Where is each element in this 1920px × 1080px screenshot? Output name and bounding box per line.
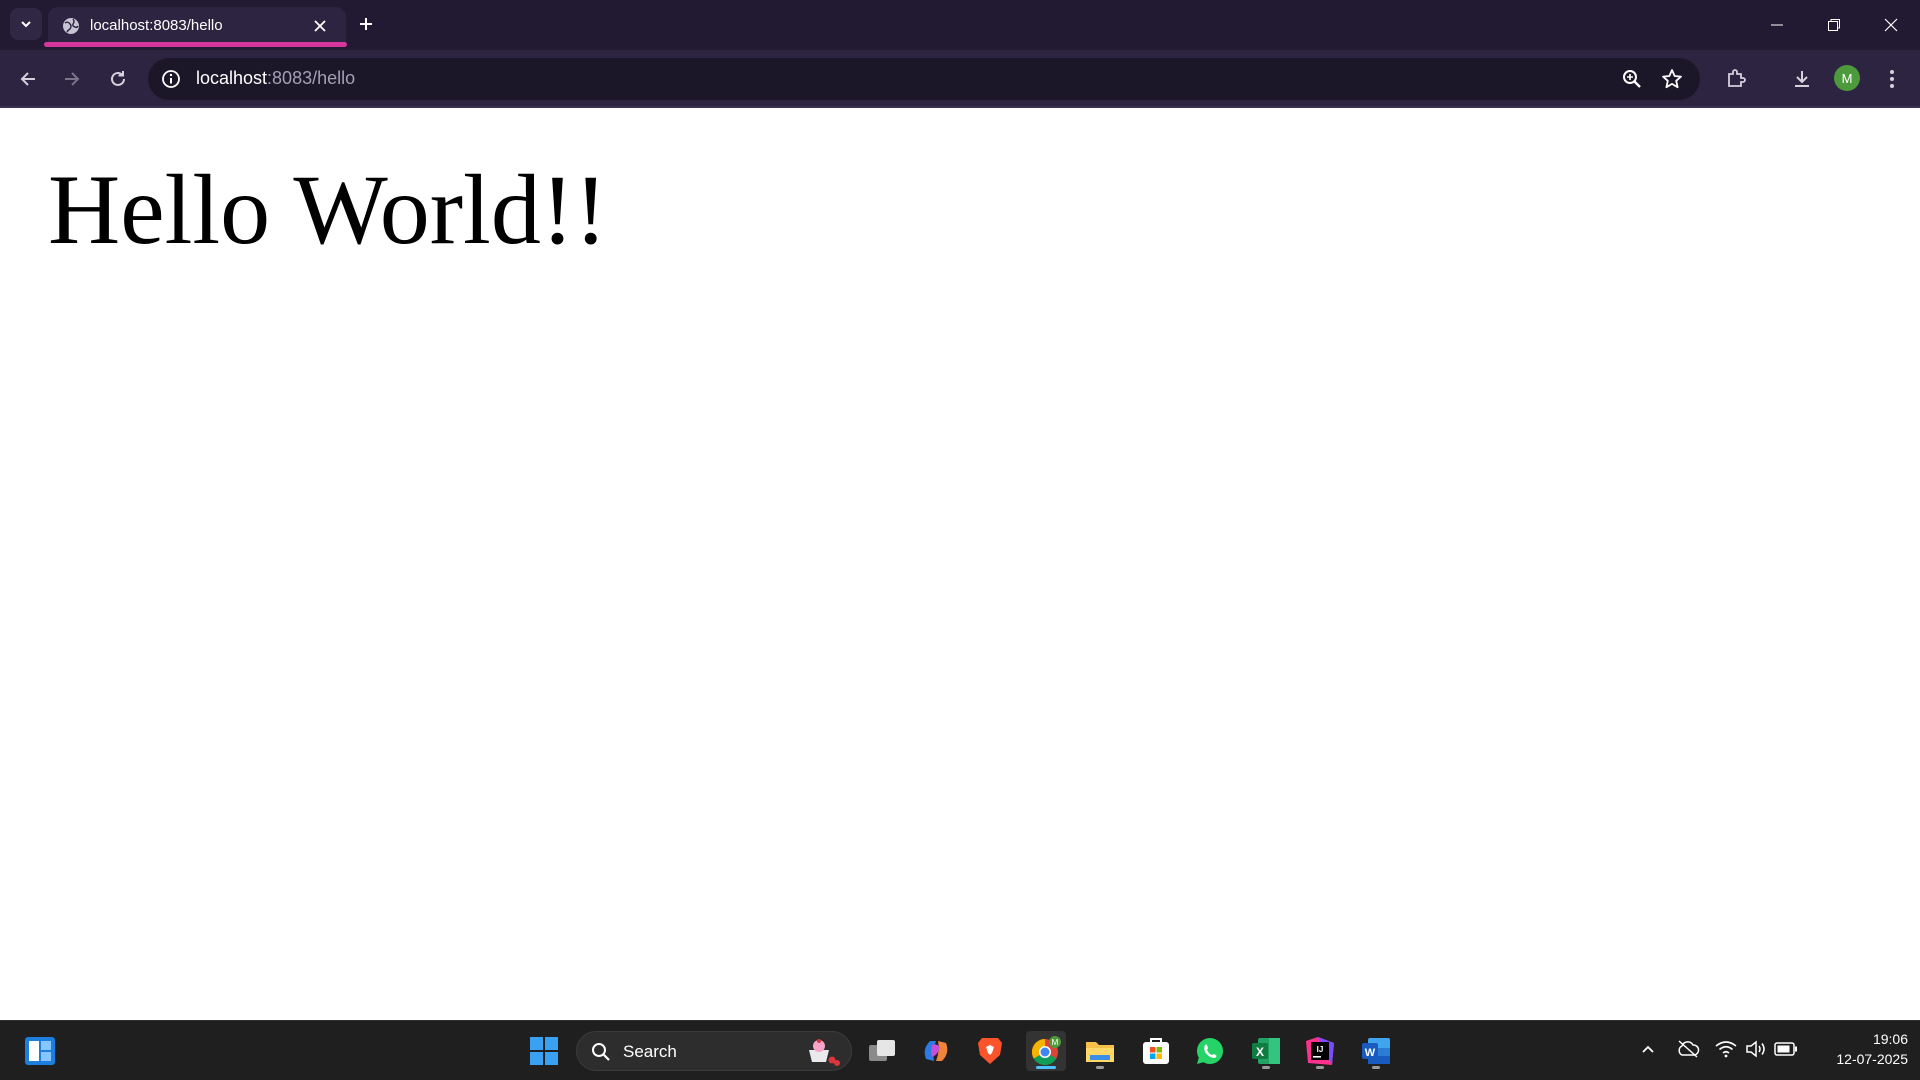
restore-icon [1827,19,1840,31]
tab-search-button[interactable] [10,8,42,40]
battery-icon [1774,1042,1797,1056]
tab-accent-bar [44,42,347,47]
copilot-icon [924,1041,948,1061]
taskbar: Search M X IJ W 19:06 12-07-2025 [0,1020,1920,1080]
puzzle-icon [1728,69,1746,87]
url-text[interactable]: localhost:8083/hello [196,68,355,89]
tab-close-button[interactable] [310,16,330,36]
folder-icon [1086,1042,1114,1062]
profile-avatar[interactable]: M [1834,65,1860,91]
task-view-icon [869,1040,895,1061]
url-path: :8083/hello [267,68,356,88]
show-hidden-icons-button[interactable] [1636,1037,1660,1061]
window-controls [1748,0,1920,50]
search-highlight-icon [809,1039,840,1066]
page-heading: Hello World!! [48,154,608,265]
taskbar-app-excel[interactable]: X [1246,1031,1286,1071]
minimize-button[interactable] [1748,0,1805,50]
excel-icon: X [1252,1038,1280,1064]
downloads-button[interactable] [1786,63,1818,95]
clock-time: 19:06 [1872,1031,1908,1047]
arrow-left-icon [20,72,35,86]
speaker-icon [1746,1040,1765,1058]
url-host: localhost [196,68,268,88]
close-icon [314,20,326,32]
search-label: Search [623,1042,677,1061]
tab-title: localhost:8083/hello [90,17,223,34]
taskbar-app-brave[interactable] [970,1031,1010,1071]
info-icon [162,70,180,88]
reload-button[interactable] [102,63,134,95]
windows-logo-icon [530,1037,558,1065]
close-icon [1884,18,1897,32]
taskbar-app-word[interactable]: W [1356,1031,1396,1071]
new-tab-button[interactable] [350,8,382,40]
more-vertical-icon [1890,70,1894,88]
widgets-button[interactable] [20,1031,60,1071]
brave-icon [978,1038,1002,1064]
wifi-button[interactable] [1714,1037,1738,1061]
bookmark-star-icon[interactable] [1660,67,1684,91]
onedrive-status-button[interactable] [1676,1037,1700,1061]
taskbar-search[interactable]: Search [576,1031,852,1071]
chevron-up-icon [1642,1045,1654,1053]
running-indicator [1262,1066,1270,1069]
extensions-button[interactable] [1720,63,1752,95]
chevron-down-icon [21,21,31,28]
browser-titlebar: localhost:8083/hello [0,0,1920,50]
running-indicator [1316,1066,1324,1069]
close-window-button[interactable] [1862,0,1919,50]
browser-tab[interactable]: localhost:8083/hello [48,7,346,47]
taskbar-app-chrome[interactable]: M [1026,1031,1066,1071]
active-indicator [1036,1066,1056,1069]
taskbar-app-microsoft-store[interactable] [1136,1031,1176,1071]
widgets-icon [25,1037,55,1065]
wifi-icon [1715,1041,1737,1058]
back-button[interactable] [12,63,44,95]
plus-icon [360,18,372,30]
search-icon [592,1043,610,1061]
word-icon: W [1362,1038,1390,1064]
volume-button[interactable] [1744,1037,1768,1061]
zoom-icon[interactable] [1620,67,1644,91]
chrome-icon: M [1031,1036,1061,1066]
whatsapp-icon [1197,1038,1223,1064]
running-indicator [1372,1066,1380,1069]
reload-icon [111,71,125,86]
clock-date: 12-07-2025 [1836,1051,1908,1067]
taskbar-app-task-view[interactable] [862,1031,902,1071]
taskbar-app-copilot[interactable] [916,1031,956,1071]
arrow-right-icon [65,72,80,86]
site-info-button[interactable] [160,68,182,90]
battery-button[interactable] [1774,1037,1798,1061]
restore-button[interactable] [1805,0,1862,50]
browser-toolbar: localhost:8083/hello M [0,50,1920,108]
forward-button[interactable] [56,63,88,95]
taskbar-app-whatsapp[interactable] [1190,1031,1230,1071]
svg-text:M: M [1052,1038,1059,1047]
store-icon [1143,1038,1169,1064]
minimize-icon [1770,24,1783,26]
address-bar[interactable]: localhost:8083/hello [148,58,1700,100]
intellij-icon: IJ [1306,1037,1334,1065]
running-indicator [1096,1066,1104,1069]
taskbar-clock[interactable]: 19:06 12-07-2025 [1808,1029,1908,1069]
browser-menu-button[interactable] [1876,63,1908,95]
cloud-offline-icon [1678,1040,1700,1058]
taskbar-app-intellij[interactable]: IJ [1300,1031,1340,1071]
taskbar-app-file-explorer[interactable] [1080,1031,1120,1071]
start-button[interactable] [524,1031,564,1071]
svg-text:X: X [1256,1045,1264,1059]
page-content: Hello World!! [0,110,1920,1020]
svg-text:IJ: IJ [1317,1045,1324,1054]
globe-icon [63,18,79,34]
svg-text:W: W [1365,1047,1376,1059]
download-icon [1795,71,1809,87]
